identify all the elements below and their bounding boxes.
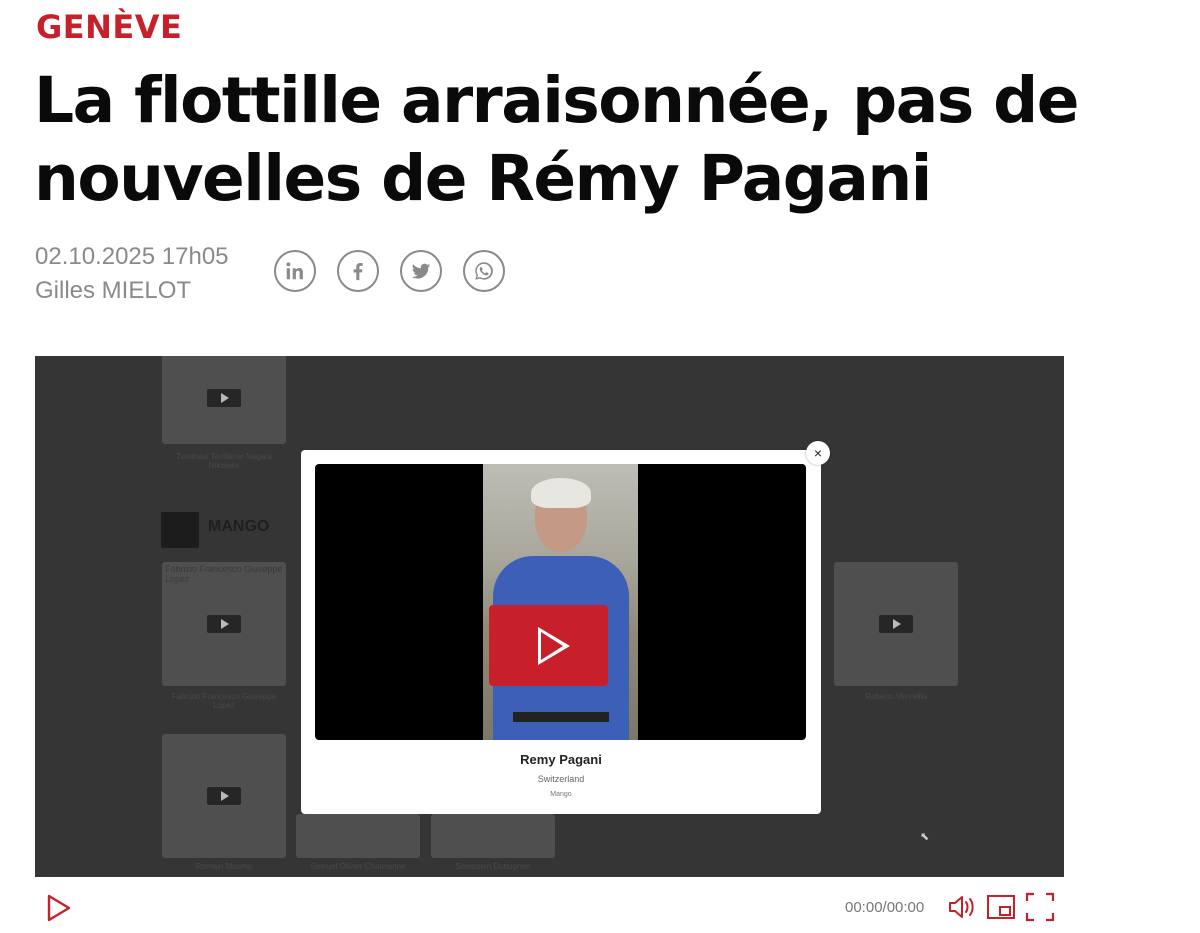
play-icon[interactable] bbox=[489, 605, 608, 686]
speaker-brand: Mango bbox=[550, 791, 572, 798]
portrait-hair bbox=[531, 478, 591, 508]
volume-icon[interactable] bbox=[946, 891, 978, 923]
play-icon[interactable] bbox=[45, 893, 73, 923]
time-display: 00:00/00:00 bbox=[845, 899, 925, 916]
portrait-belt bbox=[513, 712, 609, 722]
whatsapp-icon[interactable] bbox=[463, 250, 505, 292]
article-meta: 02.10.2025 17h05 Gilles MIELOT bbox=[35, 240, 229, 308]
fullscreen-icon[interactable] bbox=[1024, 891, 1056, 923]
speaker-country: Switzerland bbox=[537, 774, 585, 784]
author-name[interactable]: Gilles MIELOT bbox=[35, 274, 229, 308]
article-title: La flottille arraisonnée, pas de nouvell… bbox=[34, 64, 1079, 215]
publish-date: 02.10.2025 17h05 bbox=[35, 243, 229, 270]
picture-in-picture-icon[interactable] bbox=[985, 891, 1017, 923]
share-bar bbox=[274, 250, 505, 292]
section-kicker[interactable]: GENÈVE bbox=[36, 8, 182, 46]
video-controls: 00:00/00:00 bbox=[35, 883, 1064, 933]
speaker-name: Remy Pagani bbox=[520, 752, 602, 767]
modal-video-frame[interactable] bbox=[315, 464, 806, 740]
video-player[interactable]: Tummasi Tavillanei Nagara Nikolaini MANG… bbox=[35, 356, 1064, 877]
video-modal: Remy Pagani Switzerland Mango bbox=[301, 450, 821, 814]
mouse-cursor-icon: ⬉ bbox=[920, 831, 930, 843]
twitter-icon[interactable] bbox=[400, 250, 442, 292]
close-icon[interactable]: × bbox=[806, 441, 830, 465]
facebook-icon[interactable] bbox=[337, 250, 379, 292]
speaker-portrait bbox=[483, 464, 638, 740]
linkedin-icon[interactable] bbox=[274, 250, 316, 292]
